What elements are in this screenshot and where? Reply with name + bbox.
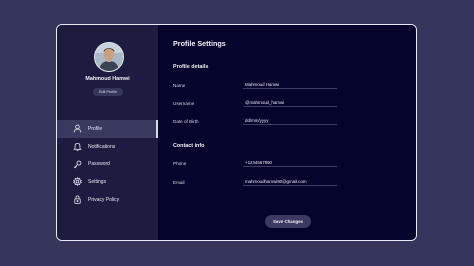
email-field[interactable]	[243, 177, 337, 186]
sidebar-item-profile[interactable]: Profile	[57, 120, 158, 138]
edit-profile-button[interactable]: Edit Profile	[93, 88, 123, 96]
sidebar-item-privacy-policy[interactable]: Privacy Policy	[57, 191, 158, 209]
name-field[interactable]	[243, 80, 337, 89]
profile-name: Mahmoud Hamwi	[85, 76, 130, 82]
name-label: Name	[173, 83, 186, 88]
username-label: Username	[173, 101, 195, 106]
user-icon	[73, 124, 82, 133]
sidebar-item-label: Password	[88, 161, 110, 168]
sidebar-nav: Profile Notifications Password Settings …	[57, 120, 158, 208]
contact-info-heading: Contact info	[173, 143, 205, 149]
sidebar-item-label: Privacy Policy	[88, 196, 120, 203]
sidebar-item-settings[interactable]: Settings	[57, 173, 158, 191]
phone-field[interactable]	[243, 158, 337, 167]
lock-icon	[73, 195, 82, 204]
main-panel: Profile Settings Profile details Name Us…	[158, 25, 416, 240]
sidebar-item-label: Profile	[88, 125, 103, 132]
gear-icon	[73, 177, 82, 187]
key-icon	[73, 160, 82, 169]
profile-settings-card: Mahmoud Hamwi Edit Profile Profile Notif…	[56, 24, 417, 241]
page-title: Profile Settings	[173, 39, 226, 48]
phone-label: Phone	[173, 161, 187, 166]
sidebar-item-password[interactable]: Password	[57, 155, 158, 173]
bell-icon	[73, 142, 82, 151]
email-label: Email	[173, 180, 185, 185]
avatar	[94, 42, 124, 72]
sidebar-item-label: Notifications	[88, 143, 116, 150]
username-field[interactable]	[243, 98, 337, 107]
profile-details-heading: Profile details	[173, 64, 209, 70]
sidebar-item-label: Settings	[88, 178, 107, 185]
date-of-birth-field[interactable]	[243, 116, 337, 125]
dob-label: Date of Birth	[173, 119, 199, 124]
save-changes-button[interactable]: Save Changes	[265, 215, 311, 228]
sidebar: Mahmoud Hamwi Edit Profile Profile Notif…	[57, 25, 158, 240]
sidebar-item-notifications[interactable]: Notifications	[57, 138, 158, 156]
